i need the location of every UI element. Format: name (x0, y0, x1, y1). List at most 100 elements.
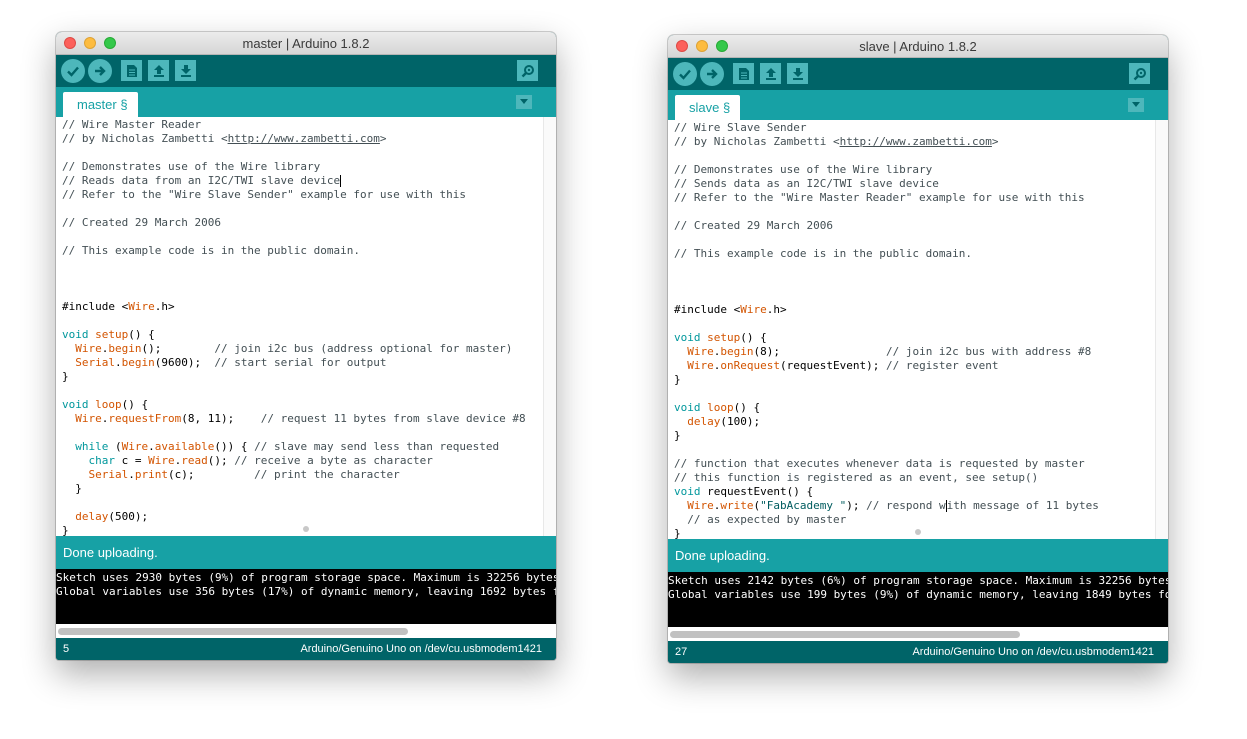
code-line: Wire.onRequest(requestEvent); // registe… (674, 359, 998, 373)
serial-monitor-button[interactable] (517, 60, 538, 81)
tab-menu-button[interactable] (1128, 98, 1144, 112)
editor-vertical-scrollbar[interactable] (1155, 120, 1168, 539)
code-line: #include <Wire.h> (62, 300, 175, 314)
footer-bar: 5 Arduino/Genuino Uno on /dev/cu.usbmode… (56, 638, 556, 660)
code-token: ); (846, 499, 867, 512)
title-bar[interactable]: slave | Arduino 1.8.2 (668, 35, 1168, 58)
tab-master[interactable]: master § (63, 92, 138, 117)
open-sketch-button[interactable] (760, 63, 781, 84)
code-token: Wire (148, 454, 175, 467)
code-token: write (720, 499, 754, 512)
code-line: } (62, 524, 69, 536)
line-number: 5 (63, 643, 70, 655)
save-sketch-button[interactable] (175, 60, 196, 81)
new-sketch-button[interactable] (121, 60, 142, 81)
code-token: . (148, 440, 155, 453)
arrow-right-icon (95, 66, 106, 76)
code-token: void (674, 401, 701, 414)
code-token: setup (707, 331, 741, 344)
console-horizontal-scrollbar[interactable] (668, 627, 1168, 641)
code-line: delay(500); (62, 510, 148, 524)
code-line: // Refer to the "Wire Slave Sender" exam… (62, 188, 466, 202)
code-line: char c = Wire.read(); // receive a byte … (62, 454, 433, 468)
download-arrow-icon (792, 67, 803, 80)
code-token: void (62, 328, 89, 341)
code-line: Wire.write("FabAcademy "); // respond wi… (674, 499, 1099, 513)
open-sketch-button[interactable] (148, 60, 169, 81)
code-token: } (62, 482, 82, 495)
save-sketch-button[interactable] (787, 63, 808, 84)
code-token: > (991, 135, 999, 148)
code-line: // by Nicholas Zambetti <http://www.zamb… (62, 132, 387, 146)
code-token: available (154, 440, 215, 453)
code-line: // Wire Slave Sender (674, 121, 806, 135)
window-title: master | Arduino 1.8.2 (242, 36, 370, 51)
slave-window: slave | Arduino 1.8.2 slave § // Wire Sl… (668, 35, 1168, 663)
editor-resize-handle[interactable] (915, 529, 921, 535)
code-token: // print the character (254, 468, 400, 481)
code-token: // by Nicholas Zambetti < (62, 132, 228, 145)
tab-menu-button[interactable] (516, 95, 532, 109)
code-token: } (674, 429, 681, 442)
upload-button[interactable] (700, 62, 724, 86)
upload-button[interactable] (88, 59, 112, 83)
verify-button[interactable] (673, 62, 697, 86)
code-token: > (379, 132, 387, 145)
magnifier-icon (521, 64, 534, 77)
code-token: Serial (88, 468, 129, 481)
code-line: // Created 29 March 2006 (62, 216, 221, 230)
code-token: Wire (121, 440, 149, 453)
code-token: "FabAcademy " (760, 499, 847, 512)
code-line: Wire.begin(); // join i2c bus (address o… (62, 342, 512, 356)
verify-button[interactable] (61, 59, 85, 83)
code-token: // Reads data from an I2C/TWI slave devi… (62, 174, 341, 187)
code-token: } (674, 373, 681, 386)
console-output[interactable]: Sketch uses 2930 bytes (9%) of program s… (56, 569, 556, 624)
code-token: read (181, 454, 208, 467)
editor-vertical-scrollbar[interactable] (543, 117, 556, 536)
code-token: (requestEvent); (779, 359, 886, 372)
code-token: . (128, 468, 135, 481)
tab-slave[interactable]: slave § (675, 95, 741, 120)
code-token: // Refer to the "Wire Slave Sender" exam… (62, 188, 466, 201)
code-token: // this function is registered as an eve… (674, 471, 1039, 484)
code-line: } (674, 527, 681, 539)
title-bar[interactable]: master | Arduino 1.8.2 (56, 32, 556, 55)
text-cursor (340, 175, 342, 187)
code-editor[interactable]: // Wire Master Reader// by Nicholas Zamb… (56, 117, 556, 536)
code-line: // Wire Master Reader (62, 118, 201, 132)
console-horizontal-scrollbar[interactable] (56, 624, 556, 638)
code-line: // function that executes whenever data … (674, 457, 1085, 471)
code-editor[interactable]: // Wire Slave Sender// by Nicholas Zambe… (668, 120, 1168, 539)
code-line: } (62, 482, 82, 496)
code-token: delay (75, 510, 109, 523)
scrollbar-thumb[interactable] (58, 628, 408, 635)
code-line: // Demonstrates use of the Wire library (62, 160, 320, 174)
code-token: requestEvent() { (700, 485, 814, 498)
code-token: // join i2c bus with address #8 (885, 345, 1092, 358)
code-token: } (62, 370, 69, 383)
upload-arrow-icon (765, 67, 776, 80)
code-token: ()) { (214, 440, 255, 453)
code-line: // Refer to the "Wire Master Reader" exa… (674, 191, 1085, 205)
console-output[interactable]: Sketch uses 2142 bytes (6%) of program s… (668, 572, 1168, 627)
code-token: begin (121, 356, 155, 369)
toolbar (668, 58, 1168, 90)
code-line: Serial.begin(9600); // start serial for … (62, 356, 386, 370)
serial-monitor-button[interactable] (1129, 63, 1150, 84)
editor-resize-handle[interactable] (303, 526, 309, 532)
master-window: master | Arduino 1.8.2 master § // Wire … (56, 32, 556, 660)
code-link[interactable]: http://www.zambetti.com (228, 132, 380, 145)
code-token: begin (720, 345, 754, 358)
scrollbar-thumb[interactable] (670, 631, 1020, 638)
code-link[interactable]: http://www.zambetti.com (840, 135, 992, 148)
new-sketch-button[interactable] (733, 63, 754, 84)
code-token: // slave may send less than requested (254, 440, 500, 453)
toolbar (56, 55, 556, 87)
